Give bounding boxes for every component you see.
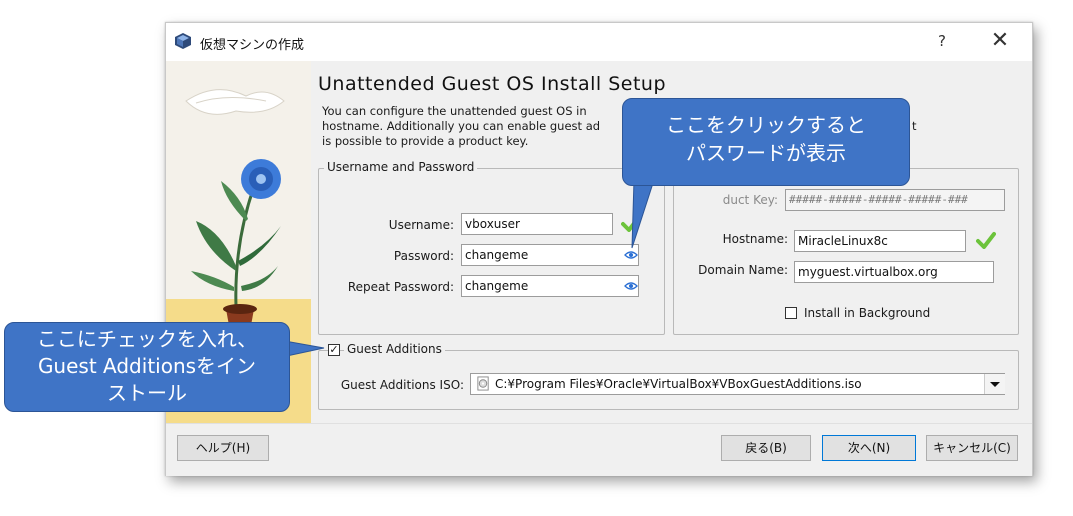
guest-additions-iso-label: Guest Additions ISO: [340,378,464,392]
show-password-eye-icon[interactable] [624,250,638,260]
password-label: Password: [393,249,454,263]
password-input[interactable]: changeme [461,244,639,266]
window-title: 仮想マシンの作成 [200,38,305,53]
hostname-label: Hostname: [722,232,788,246]
product-key-label: duct Key: [722,193,778,207]
username-label: Username: [388,218,454,232]
callout-line: Guest Additionsをイン [37,354,257,378]
password-callout: ここをクリックすると パスワードが表示 [622,98,910,186]
guest-additions-iso-select[interactable]: C:¥Program Files¥Oracle¥VirtualBox¥VBoxG… [470,373,1005,395]
guest-additions-checkbox[interactable]: ✓ [328,344,340,356]
create-vm-dialog: 仮想マシンの作成 ? ✕ Unattended Guest OS Install… [165,22,1033,476]
hostname-valid-check-icon [976,232,996,249]
domain-name-label: Domain Name: [698,263,788,277]
next-button[interactable]: 次へ(N) [822,435,916,461]
description-right-fragment: t [912,119,917,133]
iso-path-value: C:¥Program Files¥Oracle¥VirtualBox¥VBoxG… [495,377,862,391]
page-heading: Unattended Guest OS Install Setup [318,73,667,95]
repeat-password-input[interactable]: changeme [461,275,639,297]
close-button[interactable]: ✕ [988,28,1012,53]
back-button[interactable]: 戻る(B) [721,435,811,461]
product-key-input[interactable]: #####-#####-#####-#####-### [785,189,1005,211]
password-callout-pointer [631,180,655,249]
help-button[interactable]: ヘルプ(H) [177,435,269,461]
callout-line: ストール [107,381,187,405]
help-title-button[interactable]: ? [932,32,952,50]
chevron-down-icon [990,382,1000,387]
show-repeat-password-eye-icon[interactable] [624,281,638,291]
install-in-background-checkbox[interactable] [785,307,797,319]
repeat-password-label: Repeat Password: [347,280,454,294]
guest-additions-group-title[interactable]: Guest Additions [344,342,445,356]
callout-line: ここにチェックを入れ、 [36,327,258,351]
username-input[interactable]: vboxuser [461,213,613,235]
iso-dropdown-button[interactable] [984,374,1005,394]
disc-icon [477,376,489,391]
callout-line: ここをクリックすると [666,113,866,137]
guest-additions-callout: ここにチェックを入れ、 Guest Additionsをイン ストール [4,322,290,412]
username-password-group-title: Username and Password [324,160,478,174]
install-in-background-label[interactable]: Install in Background [804,306,930,320]
domain-name-input[interactable]: myguest.virtualbox.org [794,261,994,283]
cancel-button[interactable]: キャンセル(C) [926,435,1018,461]
title-bar: 仮想マシンの作成 ? ✕ [166,23,1032,61]
virtualbox-app-icon [175,33,191,49]
callout-line: パスワードが表示 [686,141,846,165]
hostname-input[interactable]: MiracleLinux8c [794,230,966,252]
